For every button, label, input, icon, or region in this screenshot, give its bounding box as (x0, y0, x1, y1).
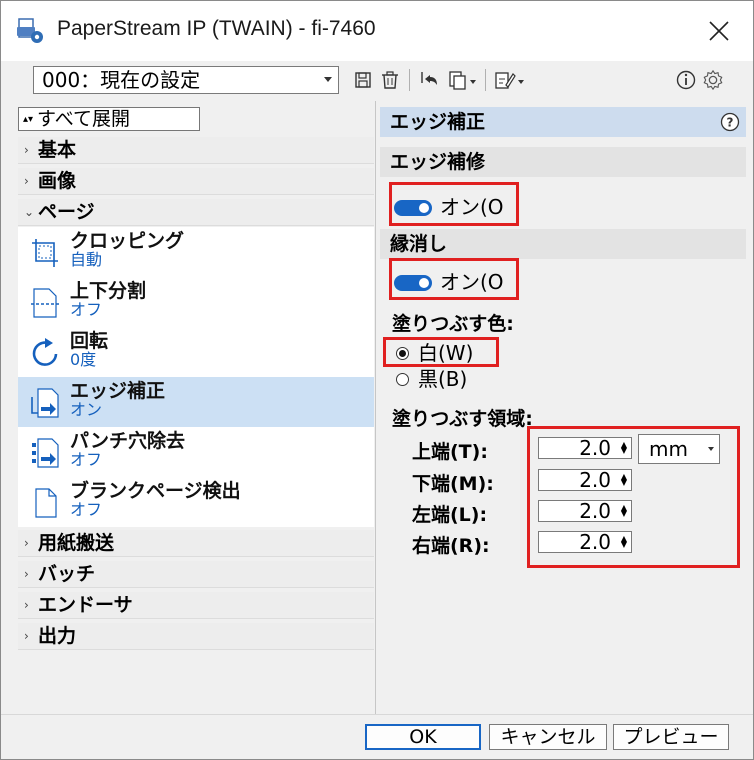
left-navigation-panel: ▴▾ すべて展開 › 基本 › 画像 ⌄ ページ クロッピング 自動 上下分割 … (1, 101, 375, 714)
right-edge-label: 右端(R): (412, 535, 490, 557)
chevron-right-icon: › (24, 629, 29, 643)
category-label: エンドーサ (38, 594, 133, 616)
border-removal-heading: 縁消し (380, 229, 746, 259)
toolbar-separator (409, 69, 410, 91)
title-bar: PaperStream IP (TWAIN) - fi-7460 (1, 1, 753, 61)
category-label: 用紙搬送 (38, 532, 115, 554)
item-value: オン (70, 400, 103, 419)
preview-button[interactable]: プレビュー (613, 724, 729, 750)
edit-icon[interactable] (493, 69, 525, 91)
panel-title: エッジ補正 (390, 111, 486, 133)
item-value: 0度 (70, 350, 97, 369)
sidebar-item-blank-page-detection[interactable]: ブランクページ検出 オフ (18, 477, 374, 527)
cancel-button[interactable]: キャンセル (489, 724, 607, 750)
category-basic[interactable]: › 基本 (18, 137, 374, 164)
punch-hole-icon (32, 438, 59, 468)
profile-value: 000：現在の設定 (42, 68, 201, 92)
save-icon[interactable] (354, 69, 372, 91)
sidebar-item-split[interactable]: 上下分割 オフ (18, 277, 374, 327)
item-value: オフ (70, 500, 103, 519)
item-value: 自動 (70, 250, 103, 269)
category-batch[interactable]: › バッチ (18, 561, 374, 588)
blank-page-icon (35, 488, 57, 518)
expand-all-button[interactable]: ▴▾ すべて展開 (18, 107, 200, 131)
item-value: オフ (70, 450, 103, 469)
close-icon[interactable] (701, 13, 737, 49)
category-page[interactable]: ⌄ ページ (18, 199, 374, 226)
fill-color-label: 塗りつぶす色: (392, 313, 514, 335)
category-label: 画像 (38, 170, 77, 192)
edge-repair-heading: エッジ補修 (380, 147, 746, 177)
sidebar-item-rotation[interactable]: 回転 0度 (18, 327, 374, 377)
settings-gear-icon[interactable] (701, 69, 725, 91)
category-label: バッチ (38, 563, 96, 585)
highlight-box (527, 426, 740, 568)
profile-dropdown[interactable]: 000：現在の設定 (33, 66, 339, 94)
toolbar-separator (485, 69, 486, 91)
info-icon[interactable] (675, 69, 697, 91)
help-icon[interactable]: ? (720, 112, 740, 132)
chevron-right-icon: › (24, 536, 29, 550)
undo-icon[interactable] (419, 69, 441, 91)
category-label: ページ (38, 201, 95, 223)
edge-correction-icon (31, 388, 59, 418)
category-paper-feed[interactable]: › 用紙搬送 (18, 530, 374, 557)
sidebar-item-edge-correction[interactable]: エッジ補正 オン (18, 377, 374, 427)
item-name: クロッピング (70, 230, 185, 252)
highlight-box (389, 182, 519, 226)
copy-icon[interactable] (447, 69, 477, 91)
category-output[interactable]: › 出力 (18, 623, 374, 650)
tree-view: ▴▾ すべて展開 › 基本 › 画像 ⌄ ページ クロッピング 自動 上下分割 … (18, 101, 374, 701)
scanner-app-icon (17, 18, 43, 43)
chevron-right-icon: › (24, 567, 29, 581)
category-label: 出力 (38, 625, 77, 647)
fill-area-label: 塗りつぶす領域: (392, 408, 533, 430)
sidebar-item-punch-hole-removal[interactable]: パンチ穴除去 オフ (18, 427, 374, 477)
top-edge-label: 上端(T): (412, 441, 488, 463)
settings-panel: エッジ補正 ? エッジ補修 オン(O 縁消し オン(O 塗りつぶす色: 白(W)… (380, 101, 753, 714)
chevron-down-icon: ⌄ (24, 205, 35, 219)
dialog-window: PaperStream IP (TWAIN) - fi-7460 000：現在の… (0, 0, 754, 760)
rotate-icon (32, 338, 58, 366)
highlight-box (383, 337, 499, 367)
item-value: オフ (70, 300, 103, 319)
item-name: パンチ穴除去 (70, 430, 185, 452)
bottom-edge-label: 下端(M): (412, 473, 494, 495)
split-page-icon (31, 288, 59, 318)
button-bar: OK キャンセル プレビュー (1, 714, 753, 759)
radio-label: 黒(B) (418, 367, 468, 391)
ok-button[interactable]: OK (365, 724, 481, 750)
window-title: PaperStream IP (TWAIN) - fi-7460 (57, 17, 376, 40)
chevron-right-icon: › (24, 174, 29, 188)
item-name: ブランクページ検出 (70, 480, 241, 502)
chevron-right-icon: › (24, 598, 29, 612)
category-image[interactable]: › 画像 (18, 168, 374, 195)
item-name: 回転 (70, 330, 109, 352)
chevron-down-icon (324, 77, 332, 82)
radio-black[interactable]: 黒(B) (396, 367, 486, 391)
crop-icon (32, 239, 58, 267)
chevron-right-icon: › (24, 143, 29, 157)
category-label: 基本 (38, 139, 77, 161)
delete-icon[interactable] (380, 69, 400, 91)
svg-text:?: ? (727, 116, 734, 130)
toolbar: 000：現在の設定 (1, 61, 753, 101)
item-name: エッジ補正 (70, 380, 166, 402)
panel-header: エッジ補正 ? (380, 107, 746, 137)
highlight-box (389, 258, 519, 300)
sidebar-item-cropping[interactable]: クロッピング 自動 (18, 227, 374, 277)
radio-button[interactable] (396, 373, 409, 386)
expand-all-label: すべて展開 (37, 108, 130, 130)
item-name: 上下分割 (70, 280, 147, 302)
left-edge-label: 左端(L): (412, 504, 488, 526)
up-down-icon: ▴▾ (23, 114, 34, 125)
category-endorser[interactable]: › エンドーサ (18, 592, 374, 619)
